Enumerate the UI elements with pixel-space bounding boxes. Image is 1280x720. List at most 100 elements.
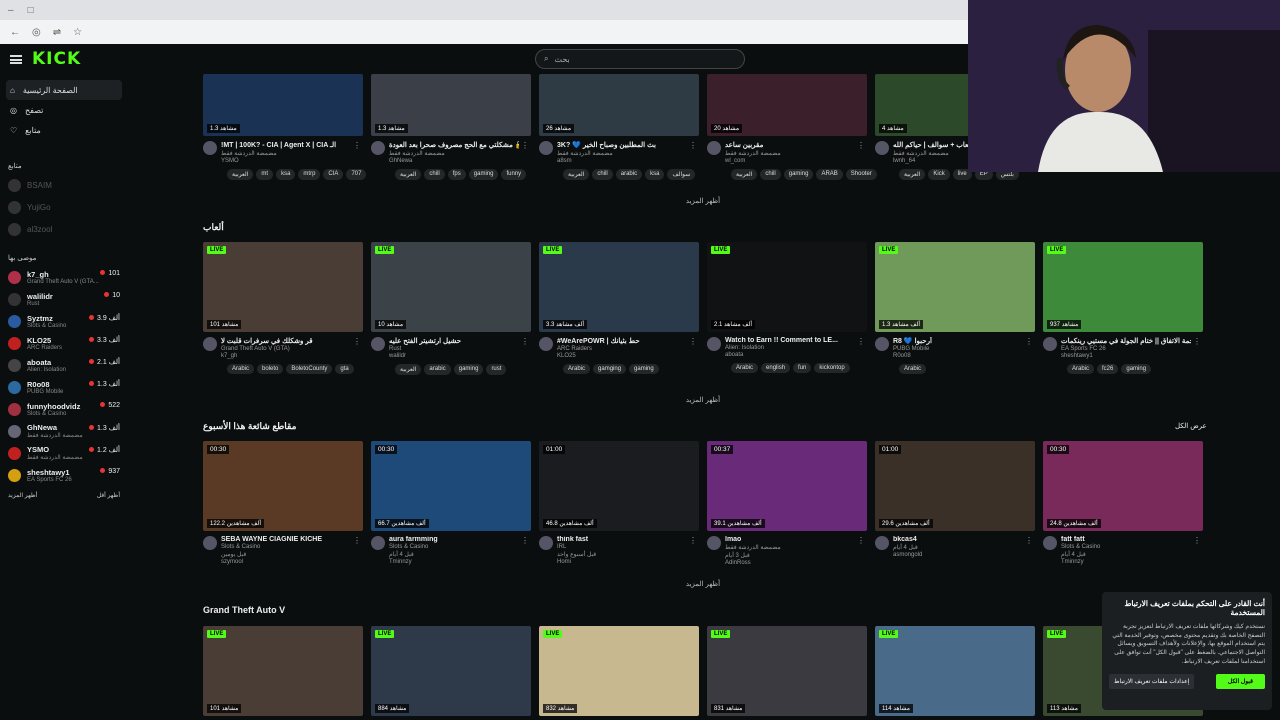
stream-card[interactable]: LIVE 1.3 ألف مشاهد R8 💙 أرحبوا PUBG Mobile R… <box>875 242 1035 375</box>
tag[interactable]: Arabic <box>227 364 255 374</box>
tag[interactable]: Shooter <box>845 169 877 180</box>
tag[interactable]: gaming <box>629 364 659 374</box>
tag[interactable]: gta <box>335 364 354 374</box>
tag[interactable]: mtrp <box>298 169 321 180</box>
tag[interactable]: mt <box>256 169 274 180</box>
card-title[interactable]: aura farmming <box>389 536 519 543</box>
sidebar-channel[interactable]: YSMO مضمضة الدردشة فقط 1.2 ألف <box>0 442 128 464</box>
tag[interactable]: العربية <box>395 169 422 180</box>
thumbnail[interactable]: LIVE 937 مشاهد <box>1043 242 1203 332</box>
tag[interactable]: funny <box>501 169 527 180</box>
sidebar-channel[interactable]: sheshtawy1 EA Sports FC 26 937 <box>0 464 128 486</box>
card-title[interactable]: حشيل ارتشيتر الفتح عليه <box>389 337 519 345</box>
thumbnail[interactable]: 00:37 39.1 ألف مشاهدين <box>707 441 867 531</box>
stream-card[interactable]: 00:37 39.1 ألف مشاهدين lmao مضمضة الدردشة ف… <box>707 441 867 566</box>
card-title[interactable]: bkcas4 <box>893 536 1023 543</box>
stream-card[interactable]: LIVE 884 مشاهد <box>371 626 531 716</box>
tag[interactable]: سوالف <box>667 169 696 180</box>
cookie-accept-button[interactable]: قبول الكل <box>1215 674 1265 690</box>
tune-icon[interactable]: ⇌ <box>53 27 61 38</box>
card-user[interactable]: aboata <box>725 352 855 358</box>
card-user[interactable]: Tminnzy <box>1061 559 1191 565</box>
thumbnail[interactable]: LIVE 114 مشاهد <box>875 626 1035 716</box>
tag[interactable]: العربية <box>731 169 758 180</box>
more-options-icon[interactable]: ⋮ <box>857 337 865 346</box>
avatar[interactable] <box>539 536 553 550</box>
card-title[interactable]: مشكلتي مع الحج مصروف صحرا بعد العودة 🔒 <box>389 141 519 149</box>
sidebar-channel[interactable]: k7_gh Grand Theft Auto V (GTA... 101 <box>0 266 128 288</box>
tag[interactable]: 707 <box>346 169 367 180</box>
card-user[interactable]: AdinRoss <box>725 560 855 566</box>
kick-logo[interactable]: KICK <box>32 49 81 69</box>
cookie-settings-button[interactable]: إعدادات ملفات تعريف الارتباط <box>1109 674 1195 690</box>
row2-show-more[interactable]: أظهر المزيد <box>203 396 1203 404</box>
tag[interactable]: ksa <box>276 169 296 180</box>
thumbnail[interactable]: 20 مشاهد <box>707 74 867 136</box>
card-title[interactable]: مقربين ساعد <box>725 141 855 149</box>
tag[interactable]: rust <box>486 364 507 375</box>
card-user[interactable]: a8sm <box>557 158 687 164</box>
tag[interactable]: Arabic <box>563 364 591 374</box>
avatar[interactable] <box>875 141 889 155</box>
more-options-icon[interactable]: ⋮ <box>353 141 361 150</box>
card-title[interactable]: SEBA WAYNE CIAGNIE KICHE <box>221 536 351 543</box>
tag[interactable]: CIA <box>323 169 344 180</box>
tag[interactable]: ARAB <box>816 169 843 180</box>
thumbnail[interactable]: 01:00 46.8 ألف مشاهدين <box>539 441 699 531</box>
tag[interactable]: chill <box>592 169 613 180</box>
following-item[interactable]: al3zool <box>0 218 128 240</box>
card-user[interactable]: R0o08 <box>893 353 1023 359</box>
card-user[interactable]: GhNewa <box>389 158 519 164</box>
stream-card[interactable]: 00:30 66.7 ألف مشاهدين aura farmming Slots … <box>371 441 531 566</box>
avatar[interactable] <box>707 141 721 155</box>
more-options-icon[interactable]: ⋮ <box>1193 536 1201 545</box>
sidebar-channel[interactable]: R0o08 PUBG Mobile 1.3 ألف <box>0 376 128 398</box>
thumbnail[interactable]: 1.3 مشاهد <box>203 74 363 136</box>
tag[interactable]: gaming <box>1121 364 1152 374</box>
tag[interactable]: fps <box>447 169 466 180</box>
tag[interactable]: chill <box>760 169 781 180</box>
tag[interactable]: fun <box>793 363 812 373</box>
tag[interactable]: Arabic <box>899 364 927 374</box>
card-user[interactable]: Tminnzy <box>389 559 519 565</box>
stream-card[interactable]: LIVE 832 مشاهد <box>539 626 699 716</box>
stream-card[interactable]: 20 مشاهد مقربين ساعد مضمضة الدردشة فقط wl_c… <box>707 74 877 180</box>
sidebar-channel[interactable]: funnyhoodvidz Slots & Casino 522 <box>0 398 128 420</box>
row3-show-more[interactable]: أظهر المزيد <box>203 580 1203 588</box>
tag[interactable]: العربية <box>563 169 590 180</box>
card-title[interactable]: #WeArePOWR | حط بثيانك <box>557 337 687 345</box>
thumbnail[interactable]: LIVE 831 مشاهد <box>707 626 867 716</box>
more-options-icon[interactable]: ⋮ <box>521 141 529 150</box>
menu-icon[interactable] <box>10 54 22 64</box>
show-less-link[interactable]: أظهر أقل <box>97 492 120 499</box>
thumbnail[interactable]: 00:30 24.8 ألف مشاهدين <box>1043 441 1203 531</box>
thumbnail[interactable]: 26 مشاهد <box>539 74 699 136</box>
back-icon[interactable]: ← <box>10 27 20 38</box>
more-options-icon[interactable]: ⋮ <box>1025 337 1033 346</box>
card-user[interactable]: szymool <box>221 559 351 565</box>
more-options-icon[interactable]: ⋮ <box>1025 536 1033 545</box>
stream-card[interactable]: LIVE 10 مشاهد حشيل ارتشيتر الفتح عليه Rust w… <box>371 242 531 375</box>
clips-view-all[interactable]: عرض الكل <box>1175 422 1207 430</box>
card-title[interactable]: lmao <box>725 536 855 543</box>
thumbnail[interactable]: LIVE 2.1 ألف مشاهد <box>707 242 867 332</box>
stream-card[interactable]: 00:30 122.2 ألف مشاهدين SEBA WAYNE CIAGNIE… <box>203 441 363 566</box>
search-input[interactable]: ⌕ بحث <box>535 49 745 69</box>
card-user[interactable]: Homi <box>557 559 687 565</box>
tag[interactable]: العربية <box>899 169 926 180</box>
thumbnail[interactable]: LIVE 3.3 ألف مشاهد <box>539 242 699 332</box>
card-user[interactable]: walildr <box>389 353 519 359</box>
avatar[interactable] <box>203 337 217 351</box>
more-options-icon[interactable]: ⋮ <box>689 141 697 150</box>
avatar[interactable] <box>203 536 217 550</box>
stream-card[interactable]: 1.3 مشاهد !MT | 100K? - CIA | Agent X | C… <box>203 74 367 180</box>
avatar[interactable] <box>1043 337 1057 351</box>
tag[interactable]: Arabic <box>731 363 759 373</box>
avatar[interactable] <box>371 337 385 351</box>
tag[interactable]: boleto <box>257 364 284 374</box>
card-user[interactable]: wl_com <box>725 158 855 164</box>
thumbnail[interactable]: LIVE 832 مشاهد <box>539 626 699 716</box>
stream-card[interactable]: 01:00 46.8 ألف مشاهدين think fast IRL قبل أس… <box>539 441 699 566</box>
card-title[interactable]: fatt fatt <box>1061 536 1191 543</box>
stream-card[interactable]: 26 مشاهد 3K? 💙 بث المطلبين وصباح الخير مضم… <box>539 74 699 180</box>
